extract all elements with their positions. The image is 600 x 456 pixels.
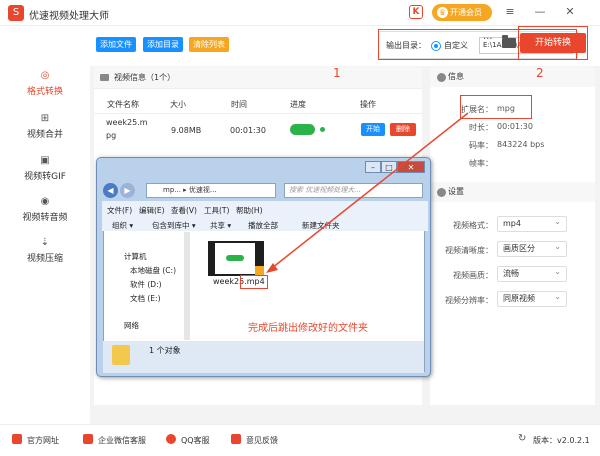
column-header-time: 时间 xyxy=(231,100,247,109)
annotation-number-2: 2 xyxy=(536,66,544,80)
minimize-button[interactable]: — xyxy=(533,5,547,18)
vip-button[interactable]: ♛ 开通会员 xyxy=(432,4,492,21)
explorer-menu-tools[interactable]: 工具(T) xyxy=(204,205,229,216)
crown-icon: ♛ xyxy=(437,7,448,18)
file-name-line1: week25.m xyxy=(106,118,148,127)
feedback-icon xyxy=(231,434,241,444)
resolution-select[interactable]: 同原视频 xyxy=(497,290,567,307)
folder-large-icon xyxy=(112,345,130,365)
website-icon xyxy=(12,434,22,444)
convert-icon: ◎ xyxy=(40,70,50,81)
tree-scrollbar[interactable] xyxy=(184,232,190,340)
explorer-status-text: 1 个对象 xyxy=(149,346,181,355)
info-icon xyxy=(437,73,446,82)
explorer-include-library-button[interactable]: 包含到库中 ▾ xyxy=(152,220,196,231)
format-select[interactable]: mp4 xyxy=(497,215,567,232)
start-convert-button[interactable]: 开始转换 xyxy=(520,33,586,53)
explorer-menu-file[interactable]: 文件(F) xyxy=(107,205,132,216)
gif-icon: ▣ xyxy=(40,155,50,166)
explorer-menu-view[interactable]: 查看(V) xyxy=(171,205,197,216)
tree-item-drive-d[interactable]: 软件 (D:) xyxy=(130,279,162,290)
sidebar-item-video-compress[interactable]: ⇣ 视频压缩 xyxy=(0,237,90,264)
quality-select[interactable]: 流畅 xyxy=(497,265,567,282)
column-header-size: 大小 xyxy=(170,100,186,109)
sidebar-item-format-convert[interactable]: ◎ 格式转换 xyxy=(0,70,90,97)
menu-icon[interactable]: ≡ xyxy=(503,5,517,18)
file-size: 9.08MB xyxy=(171,126,202,135)
audio-icon: ◉ xyxy=(40,196,50,207)
update-icon[interactable]: ↻ xyxy=(518,433,526,444)
annotation-number-1: 1 xyxy=(333,66,341,80)
title-bar: S 优速视频处理大师 K ♛ 开通会员 ≡ — ✕ xyxy=(0,0,600,26)
merge-icon: ⊞ xyxy=(40,113,50,124)
feedback-link[interactable]: 意见反馈 xyxy=(246,435,278,446)
info-value-bitrate: 843224 bps xyxy=(497,140,545,149)
file-name-line2: pg xyxy=(106,131,117,140)
official-website-link[interactable]: 官方网址 xyxy=(27,435,59,446)
tree-item-drive-c[interactable]: 本地磁盘 (C:) xyxy=(130,265,176,276)
tree-item-network[interactable]: 网络 xyxy=(124,320,139,331)
explorer-menu-help[interactable]: 帮助(H) xyxy=(236,205,263,216)
qq-icon xyxy=(166,434,176,444)
explorer-menu-edit[interactable]: 编辑(E) xyxy=(139,205,165,216)
forward-button[interactable]: ▶ xyxy=(120,183,135,198)
info-value-duration: 00:01:30 xyxy=(497,122,533,131)
clarity-select[interactable]: 画质区分 xyxy=(497,240,567,257)
tree-item-computer[interactable]: 计算机 xyxy=(124,251,147,262)
compress-icon: ⇣ xyxy=(40,237,50,248)
sidebar-item-label: 格式转换 xyxy=(26,87,63,97)
annotation-note: 完成后跳出修改好的文件夹 xyxy=(248,323,368,334)
back-button[interactable]: ◀ xyxy=(103,183,118,198)
wechat-service-link[interactable]: 企业微信客服 xyxy=(98,435,146,446)
info-header: 信息 xyxy=(430,67,595,87)
explorer-share-button[interactable]: 共享 ▾ xyxy=(210,220,231,231)
address-bar[interactable]: mp... ▸ 优速视... xyxy=(146,183,276,198)
sidebar-item-label: 视频转GIF xyxy=(24,172,66,182)
close-button[interactable]: ✕ xyxy=(563,5,577,18)
film-icon xyxy=(100,74,109,81)
clear-list-button[interactable]: 清除列表 xyxy=(189,37,229,52)
qq-service-link[interactable]: QQ客服 xyxy=(181,435,210,446)
column-header-name: 文件名称 xyxy=(107,100,139,109)
add-file-button[interactable]: 添加文件 xyxy=(96,37,136,52)
sidebar-item-label: 视频合并 xyxy=(26,130,63,140)
sidebar-item-video-merge[interactable]: ⊞ 视频合并 xyxy=(0,113,90,140)
k-brand-icon[interactable]: K xyxy=(409,5,423,19)
app-logo: S xyxy=(8,5,24,21)
sidebar-item-video-to-audio[interactable]: ◉ 视频转音频 xyxy=(0,196,90,223)
video-info-header: 视频信息（1个） xyxy=(94,67,422,89)
vip-label: 开通会员 xyxy=(450,8,482,17)
tree-item-drive-e[interactable]: 文档 (E:) xyxy=(130,293,161,304)
add-folder-button[interactable]: 添加目录 xyxy=(143,37,183,52)
annotation-arrow xyxy=(266,112,469,273)
sidebar-item-label: 视频压缩 xyxy=(26,254,63,264)
more-icon[interactable]: ··· xyxy=(483,34,493,45)
folder-icon[interactable] xyxy=(502,35,516,48)
video-thumbnail[interactable] xyxy=(208,241,264,276)
app-title: 优速视频处理大师 xyxy=(29,11,109,22)
version-label: 版本：v2.0.2.1 xyxy=(533,436,590,445)
sidebar-item-video-to-gif[interactable]: ▣ 视频转GIF xyxy=(0,155,90,182)
crocodile-image-icon xyxy=(226,255,244,261)
explorer-organize-button[interactable]: 组织 ▾ xyxy=(112,220,133,231)
sidebar-item-label: 视频转音频 xyxy=(22,213,68,223)
wechat-service-icon xyxy=(83,434,93,444)
setting-label-resolution: 视频分辨率： xyxy=(445,296,493,305)
